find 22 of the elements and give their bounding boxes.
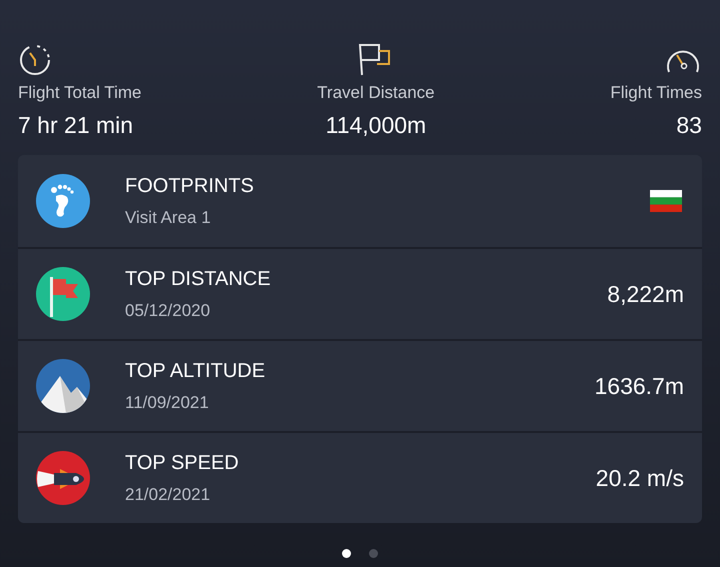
stat-value: 83 [676,110,702,140]
stat-label: Flight Times [610,82,702,104]
mountain-icon [36,359,90,413]
record-title: TOP DISTANCE [125,267,272,292]
record-value: 20.2 m/s [596,464,684,493]
record-value: 1636.7m [594,372,684,401]
rocket-icon [36,451,90,505]
stat-value: 7 hr 21 min [18,110,134,140]
record-subtitle: 21/02/2021 [125,484,212,506]
stat-value: 114,000m [326,110,426,140]
record-subtitle: Visit Area 1 [125,207,212,230]
record-title: TOP SPEED [125,451,240,476]
record-title: FOOTPRINTS [125,174,255,200]
record-subtitle: 05/12/2020 [125,300,212,322]
record-title: TOP ALTITUDE [125,359,266,384]
footprint-icon [36,174,90,228]
record-subtitle: 11/09/2021 [125,392,210,414]
stat-label: Travel Distance [317,82,435,104]
country-flag-icon [650,190,682,212]
flag-icon [36,267,90,321]
stat-label: Flight Total Time [18,82,142,104]
record-value: 8,222m [607,280,684,309]
